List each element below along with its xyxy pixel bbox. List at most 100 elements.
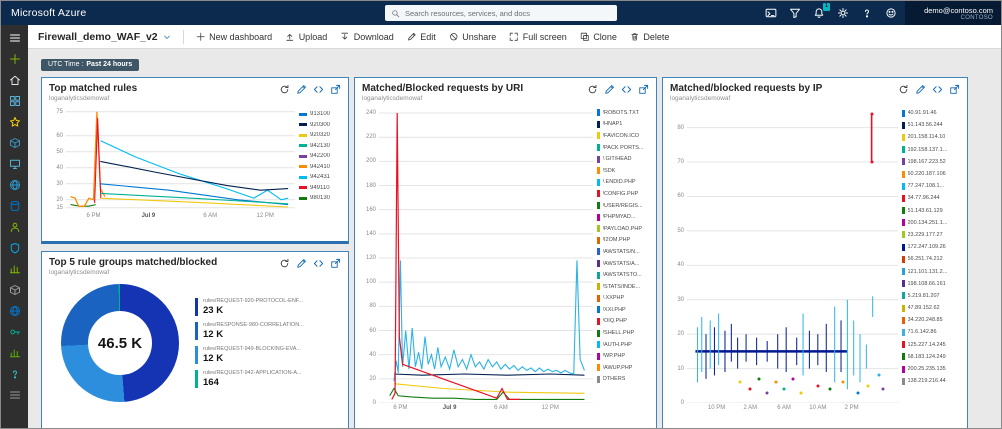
notifications-icon[interactable]: 1: [813, 3, 830, 19]
sidebar-item-create-resource[interactable]: [1, 48, 28, 69]
settings-icon[interactable]: [837, 7, 849, 19]
legend-item[interactable]: /AWSTATS/N...: [597, 246, 649, 258]
legend-item[interactable]: 71.6.142.86: [902, 326, 960, 338]
legend-item[interactable]: 172.247.109.26: [902, 241, 960, 253]
legend-item[interactable]: /PHPMYAD...: [597, 211, 649, 223]
pin-icon[interactable]: [638, 84, 649, 95]
legend-item[interactable]: /FAVICON.ICO: [597, 130, 649, 142]
legend-item[interactable]: /AWUP.PHP: [597, 362, 649, 374]
legend-item[interactable]: 5.219.81.207: [902, 290, 960, 302]
legend-item[interactable]: 34.220.248.85: [902, 314, 960, 326]
legend-item[interactable]: /I2OM.PHP: [597, 235, 649, 247]
legend-item[interactable]: /HNAP1: [597, 119, 649, 131]
edit-icon[interactable]: [915, 84, 926, 95]
legend-item[interactable]: 913100: [299, 109, 341, 120]
legend-item[interactable]: rules/REQUEST-949-BLOCKING-EVA... 12 K: [195, 346, 341, 364]
sidebar-item-help-support[interactable]: [1, 363, 28, 384]
legend-item[interactable]: 942200: [299, 151, 341, 162]
legend-item[interactable]: /WP.PHP: [597, 350, 649, 362]
legend-item[interactable]: 68.183.124.249: [902, 351, 960, 363]
sidebar-item-security-center[interactable]: [1, 237, 28, 258]
command-unshare[interactable]: Unshare: [449, 32, 496, 42]
legend-item[interactable]: 198.108.66.161: [902, 278, 960, 290]
azure-brand[interactable]: Microsoft Azure: [11, 7, 86, 19]
legend-item[interactable]: 949110: [299, 183, 341, 194]
legend-item[interactable]: /AWSTATSTO...: [597, 269, 649, 281]
sidebar-item-menu[interactable]: [1, 27, 28, 48]
legend-item[interactable]: 47.89.152.62: [902, 302, 960, 314]
sidebar-item-virtual-networks[interactable]: [1, 300, 28, 321]
command-full-screen[interactable]: Full screen: [509, 32, 567, 42]
pin-icon[interactable]: [330, 258, 341, 269]
legend-item[interactable]: 51.143.56.244: [902, 119, 960, 131]
sidebar-item-app-services[interactable]: [1, 174, 28, 195]
code-icon[interactable]: [932, 84, 943, 95]
sidebar-item-key-vaults[interactable]: [1, 321, 28, 342]
sidebar-item-more-services[interactable]: [1, 384, 28, 405]
sidebar-item-storage-accounts[interactable]: [1, 279, 28, 300]
legend-item[interactable]: /PAYLOAD.PHP: [597, 223, 649, 235]
command-upload[interactable]: Upload: [285, 32, 327, 42]
legend-item[interactable]: /USER/REGIS...: [597, 200, 649, 212]
sidebar-item-resource-groups[interactable]: [1, 132, 28, 153]
legend-item[interactable]: 942130: [299, 141, 341, 152]
legend-item[interactable]: /SDK: [597, 165, 649, 177]
legend-item[interactable]: 920320: [299, 130, 341, 141]
legend-item[interactable]: /.XXPHP: [597, 293, 649, 305]
sidebar-item-home[interactable]: [1, 69, 28, 90]
refresh-icon[interactable]: [898, 84, 909, 95]
refresh-icon[interactable]: [279, 84, 290, 95]
pin-icon[interactable]: [949, 84, 960, 95]
sidebar-item-dashboard[interactable]: [1, 90, 28, 111]
legend-item[interactable]: OTHERS: [597, 374, 649, 386]
edit-icon[interactable]: [604, 84, 615, 95]
command-clone[interactable]: Clone: [580, 32, 617, 42]
legend-item[interactable]: rules/RESPONSE-980-CORRELATION... 12 K: [195, 322, 341, 340]
legend-item[interactable]: 138.219.216.44: [902, 375, 960, 387]
sidebar-item-monitor[interactable]: [1, 258, 28, 279]
sidebar-item-favorites[interactable]: [1, 111, 28, 132]
legend-item[interactable]: 192.158.137.1...: [902, 144, 960, 156]
account-menu[interactable]: demo@contoso.com CONTOSO: [905, 1, 1001, 25]
time-range-filter[interactable]: UTC Time : Past 24 hours: [41, 58, 140, 71]
edit-icon[interactable]: [296, 258, 307, 269]
help-icon[interactable]: [861, 7, 873, 19]
legend-item[interactable]: /AUTH.PHP: [597, 339, 649, 351]
sidebar-item-cost-management[interactable]: [1, 342, 28, 363]
legend-item[interactable]: 56.251.74.212: [902, 253, 960, 265]
legend-item[interactable]: /PACK PORTS...: [597, 142, 649, 154]
legend-item[interactable]: rules/REQUEST-942-APPLICATION-A... 164: [195, 370, 341, 388]
edit-icon[interactable]: [296, 84, 307, 95]
legend-item[interactable]: /OIQ.PHP: [597, 316, 649, 328]
legend-item[interactable]: /AWSTATS/A...: [597, 258, 649, 270]
global-search-input[interactable]: Search resources, services, and docs: [385, 5, 617, 21]
code-icon[interactable]: [313, 258, 324, 269]
legend-item[interactable]: 942410: [299, 162, 341, 173]
legend-item[interactable]: /STATS/INDE...: [597, 281, 649, 293]
sidebar-item-azure-ad[interactable]: [1, 216, 28, 237]
legend-item[interactable]: 198.167.223.52: [902, 156, 960, 168]
legend-item[interactable]: /SHELL.PHP: [597, 327, 649, 339]
command-download[interactable]: Download: [340, 32, 394, 42]
legend-item[interactable]: 200.25.235.135: [902, 363, 960, 375]
code-icon[interactable]: [621, 84, 632, 95]
refresh-icon[interactable]: [279, 258, 290, 269]
legend-item[interactable]: 125.227.14.245: [902, 339, 960, 351]
directory-filter-icon[interactable]: [789, 7, 801, 19]
sidebar-item-sql-databases[interactable]: [1, 195, 28, 216]
legend-item[interactable]: 942431: [299, 172, 341, 183]
legend-item[interactable]: 40.91.91.46: [902, 107, 960, 119]
legend-item[interactable]: 51.143.61.129: [902, 205, 960, 217]
legend-item[interactable]: 60.220.187.106: [902, 168, 960, 180]
code-icon[interactable]: [313, 84, 324, 95]
legend-item[interactable]: 34.77.96.244: [902, 192, 960, 204]
dashboard-title-dropdown[interactable]: Firewall_demo_WAF_v2: [38, 31, 171, 43]
legend-item[interactable]: 980130: [299, 193, 341, 204]
legend-item[interactable]: 23.229.177.27: [902, 229, 960, 241]
legend-item[interactable]: 200.134.251.1...: [902, 217, 960, 229]
legend-item[interactable]: 201.158.114.10: [902, 131, 960, 143]
legend-item[interactable]: 77.247.108.1...: [902, 180, 960, 192]
legend-item[interactable]: /CONFIG.PHP: [597, 188, 649, 200]
legend-item[interactable]: /ROBOTS.TXT: [597, 107, 649, 119]
legend-item[interactable]: /XXI.PHP: [597, 304, 649, 316]
